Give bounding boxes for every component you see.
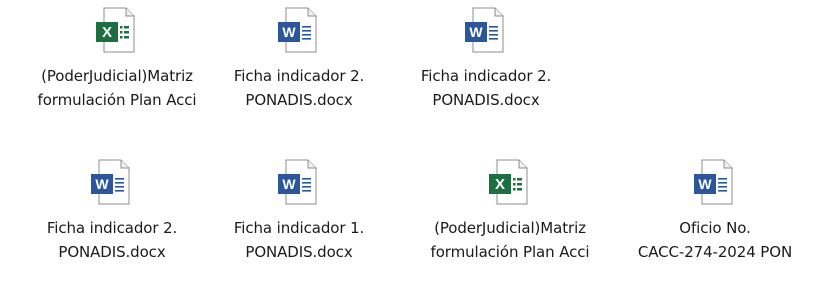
word-file-icon: W: [272, 4, 324, 56]
svg-text:X: X: [495, 176, 505, 193]
file-item-word[interactable]: W Ficha indicador 1. PONADIS.docx: [206, 152, 392, 292]
file-name: Oficio No. CACC-274-2024 PON: [622, 216, 808, 264]
file-name-line-2: PONADIS.docx: [58, 243, 166, 261]
file-name-line-1: Ficha indicador 2.: [420, 67, 552, 85]
excel-file-icon: X: [90, 4, 142, 56]
excel-file-icon: X: [483, 156, 535, 208]
file-name: Ficha indicador 2. PONADIS.docx: [19, 216, 205, 264]
file-name: Ficha indicador 2. PONADIS.docx: [393, 64, 579, 112]
word-file-icon: W: [459, 4, 511, 56]
file-name: (PoderJudicial)Matriz formulación Plan A…: [417, 216, 603, 264]
file-item-word[interactable]: W Ficha indicador 2. PONADIS.docx: [393, 0, 579, 140]
file-name-line-2: PONADIS.docx: [245, 91, 353, 109]
file-name-line-1: Ficha indicador 1.: [233, 219, 365, 237]
file-name: Ficha indicador 2. PONADIS.docx: [206, 64, 392, 112]
svg-text:W: W: [469, 24, 483, 40]
file-name-line-2: formulación Plan Acci: [37, 91, 197, 109]
file-name-line-1: (PoderJudicial)Matriz: [41, 67, 193, 85]
file-name-line-1: Ficha indicador 2.: [46, 219, 178, 237]
file-name-line-2: formulación Plan Acci: [430, 243, 590, 261]
file-name-line-2: PONADIS.docx: [432, 91, 540, 109]
svg-text:W: W: [698, 176, 712, 192]
svg-text:W: W: [282, 24, 296, 40]
word-file-icon: W: [85, 156, 137, 208]
file-explorer-icon-grid: X (PoderJudicial)Matriz formulación Plan…: [0, 0, 817, 300]
svg-text:W: W: [282, 176, 296, 192]
file-name-line-1: Ficha indicador 2.: [233, 67, 365, 85]
file-item-word[interactable]: W Ficha indicador 2. PONADIS.docx: [206, 0, 392, 140]
file-name-line-2: PONADIS.docx: [245, 243, 353, 261]
svg-text:X: X: [102, 24, 112, 41]
file-name: (PoderJudicial)Matriz formulación Plan A…: [24, 64, 210, 112]
file-name-line-1: Oficio No.: [679, 219, 751, 237]
word-file-icon: W: [688, 156, 740, 208]
file-item-word[interactable]: W Oficio No. CACC-274-2024 PON: [622, 152, 808, 292]
word-file-icon: W: [272, 156, 324, 208]
file-item-excel[interactable]: X (PoderJudicial)Matriz formulación Plan…: [24, 0, 210, 140]
file-name-line-2: CACC-274-2024 PON: [637, 243, 793, 261]
file-name-line-1: (PoderJudicial)Matriz: [434, 219, 586, 237]
file-item-word[interactable]: W Ficha indicador 2. PONADIS.docx: [19, 152, 205, 292]
svg-text:W: W: [95, 176, 109, 192]
file-name: Ficha indicador 1. PONADIS.docx: [206, 216, 392, 264]
file-item-excel[interactable]: X (PoderJudicial)Matriz formulación Plan…: [417, 152, 603, 292]
